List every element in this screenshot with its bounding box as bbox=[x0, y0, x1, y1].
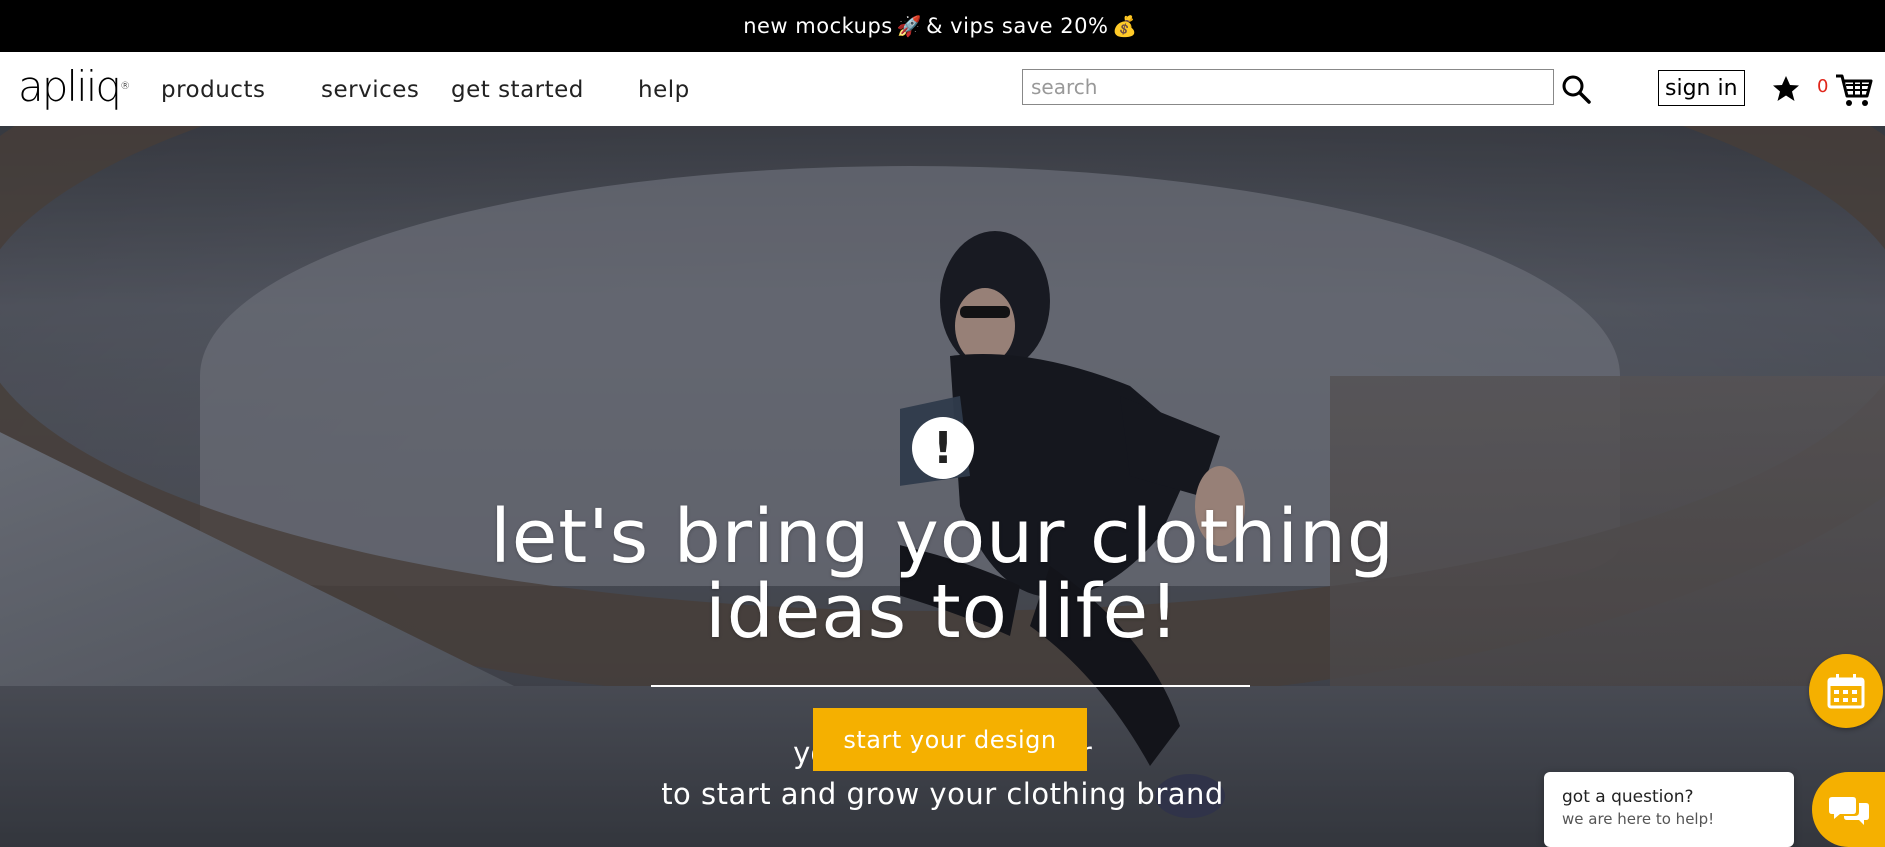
logo-text: apliiq bbox=[18, 62, 122, 111]
hero-divider bbox=[651, 685, 1250, 687]
calendar-button[interactable] bbox=[1809, 654, 1883, 728]
search-input[interactable] bbox=[1022, 69, 1554, 105]
hero-section: ! let's bring your clothing ideas to lif… bbox=[0, 126, 1885, 847]
promo-banner[interactable]: new mockups 🚀 & vips save 20% 💰 bbox=[0, 0, 1885, 52]
top-navbar: apliiq® products services get started he… bbox=[0, 52, 1885, 126]
nav-services[interactable]: services bbox=[321, 77, 419, 103]
promo-text-new: new mockups bbox=[743, 14, 893, 38]
cart-icon[interactable] bbox=[1834, 72, 1874, 108]
chat-button[interactable] bbox=[1812, 772, 1885, 847]
promo-text-vips: & vips save 20% bbox=[926, 14, 1109, 38]
chat-prompt-subtitle: we are here to help! bbox=[1562, 810, 1715, 828]
search-icon[interactable] bbox=[1561, 74, 1591, 104]
sign-in-button[interactable]: sign in bbox=[1658, 70, 1745, 106]
nav-products[interactable]: products bbox=[161, 77, 265, 103]
nav-get-started[interactable]: get started bbox=[451, 77, 584, 103]
calendar-icon bbox=[1827, 674, 1865, 709]
hero-headline-line2: ideas to life! bbox=[705, 569, 1180, 655]
rocket-icon: 🚀 bbox=[896, 14, 923, 38]
logo[interactable]: apliiq® bbox=[18, 66, 130, 108]
chat-prompt-bubble[interactable]: got a question? we are here to help! bbox=[1544, 772, 1794, 847]
favorites-star-icon[interactable] bbox=[1771, 74, 1801, 104]
cart-count: 0 bbox=[1817, 76, 1829, 97]
trademark-mark: ® bbox=[120, 81, 131, 92]
start-your-design-button[interactable]: start your design bbox=[813, 708, 1087, 771]
nav-help[interactable]: help bbox=[638, 77, 690, 103]
hero-headline-line1: let's bring your clothing bbox=[490, 494, 1395, 580]
chat-prompt-title: got a question? bbox=[1562, 787, 1694, 807]
exclamation-icon: ! bbox=[912, 417, 974, 479]
money-bag-icon: 💰 bbox=[1112, 14, 1138, 38]
chat-bubbles-icon bbox=[1828, 796, 1869, 825]
